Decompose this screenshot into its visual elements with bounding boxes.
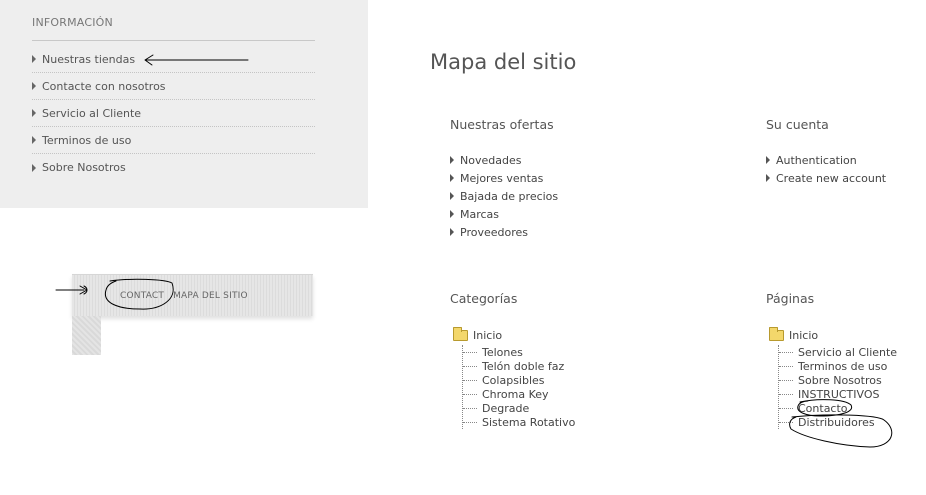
folder-icon xyxy=(453,326,468,341)
sitemap-link-mejores-ventas[interactable]: Mejores ventas xyxy=(450,169,558,187)
info-link-sobre-nosotros[interactable]: Sobre Nosotros xyxy=(32,154,315,181)
caret-right-icon xyxy=(32,109,36,117)
sitemap-link-label: Proveedores xyxy=(460,225,528,239)
tree-item-degrade[interactable]: Degrade xyxy=(463,401,575,415)
caret-right-icon xyxy=(32,136,36,144)
sitemap-link-authentication[interactable]: Authentication xyxy=(766,151,886,169)
caret-right-icon xyxy=(32,163,36,172)
tree-root-label: Inicio xyxy=(789,328,819,342)
tree-item-servicio-al-cliente[interactable]: Servicio al Cliente xyxy=(779,345,897,359)
sitemap-link-novedades[interactable]: Novedades xyxy=(450,151,558,169)
sitemap-link-label: Novedades xyxy=(460,153,522,167)
sitemap-link-label: Marcas xyxy=(460,207,500,221)
section-nuestras-ofertas: Nuestras ofertas Novedades Mejores venta… xyxy=(450,117,558,241)
footer-link-contact[interactable]: CONTACT xyxy=(120,291,164,301)
info-link-label: Terminos de uso xyxy=(42,133,132,147)
info-link-label: Nuestras tiendas xyxy=(42,52,136,66)
section-su-cuenta: Su cuenta Authentication Create new acco… xyxy=(766,117,886,187)
tree-root-inicio[interactable]: Inicio xyxy=(450,325,575,345)
info-link-terminos-de-uso[interactable]: Terminos de uso xyxy=(32,127,315,154)
caret-right-icon xyxy=(450,174,454,182)
sitemap-link-label: Mejores ventas xyxy=(460,171,544,185)
tree-item-telon-doble-faz[interactable]: Telón doble faz xyxy=(463,359,575,373)
footer-links: CONTACT MAPA DEL SITIO xyxy=(120,291,248,301)
info-link-contacte-con-nosotros[interactable]: Contacte con nosotros xyxy=(32,73,315,100)
tree-item-sobre-nosotros[interactable]: Sobre Nosotros xyxy=(779,373,897,387)
sitemap-link-label: Authentication xyxy=(776,153,857,167)
sitemap-link-create-new-account[interactable]: Create new account xyxy=(766,169,886,187)
information-list: Nuestras tiendas Contacte con nosotros S… xyxy=(32,46,315,181)
tree-item-instructivos[interactable]: INSTRUCTIVOS xyxy=(779,387,897,401)
caret-right-icon xyxy=(450,156,454,164)
caret-right-icon xyxy=(766,156,770,164)
tree-root-label: Inicio xyxy=(473,328,503,342)
section-title: Páginas xyxy=(766,291,815,306)
tree-item-telones[interactable]: Telones xyxy=(463,345,575,359)
section-title: Su cuenta xyxy=(766,117,829,132)
sitemap-link-label: Create new account xyxy=(776,171,887,185)
section-categorias: Categorías Inicio Telones Telón doble fa… xyxy=(450,291,575,429)
caret-right-icon xyxy=(766,174,770,182)
sitemap-link-proveedores[interactable]: Proveedores xyxy=(450,223,558,241)
folder-icon xyxy=(769,326,784,341)
tree-item-colapsibles[interactable]: Colapsibles xyxy=(463,373,575,387)
information-divider xyxy=(32,40,315,41)
footer-link-mapa-del-sitio[interactable]: MAPA DEL SITIO xyxy=(173,291,248,301)
caret-right-icon xyxy=(32,55,36,63)
section-paginas: Páginas Inicio Servicio al Cliente Termi… xyxy=(766,291,897,429)
info-link-nuestras-tiendas[interactable]: Nuestras tiendas xyxy=(32,46,315,73)
info-link-label: Sobre Nosotros xyxy=(42,161,126,174)
tree-root-inicio[interactable]: Inicio xyxy=(766,325,897,345)
tree-item-contacto[interactable]: Contacto xyxy=(779,401,897,415)
caret-right-icon xyxy=(450,192,454,200)
caret-right-icon xyxy=(450,210,454,218)
page-title: Mapa del sitio xyxy=(430,50,577,74)
section-title: Categorías xyxy=(450,291,518,306)
caret-right-icon xyxy=(450,228,454,236)
sitemap-link-marcas[interactable]: Marcas xyxy=(450,205,558,223)
offers-list: Novedades Mejores ventas Bajada de preci… xyxy=(450,151,558,241)
info-link-label: Servicio al Cliente xyxy=(42,106,142,120)
tree-item-chroma-key[interactable]: Chroma Key xyxy=(463,387,575,401)
caret-right-icon xyxy=(32,82,36,90)
tree-item-sistema-rotativo[interactable]: Sistema Rotativo xyxy=(463,415,575,429)
pages-tree: Servicio al Cliente Terminos de uso Sobr… xyxy=(778,345,897,429)
info-link-servicio-al-cliente[interactable]: Servicio al Cliente xyxy=(32,100,315,127)
account-list: Authentication Create new account xyxy=(766,151,886,187)
information-panel: INFORMACIÓN Nuestras tiendas Contacte co… xyxy=(0,0,368,208)
info-link-label: Contacte con nosotros xyxy=(42,79,166,93)
tree-item-terminos-de-uso[interactable]: Terminos de uso xyxy=(779,359,897,373)
section-title: Nuestras ofertas xyxy=(450,117,554,132)
footer-texture-fragment xyxy=(72,316,101,355)
tree-item-distribuidores[interactable]: Distribuidores xyxy=(779,415,897,429)
information-title: INFORMACIÓN xyxy=(32,16,113,29)
categories-tree: Telones Telón doble faz Colapsibles Chro… xyxy=(462,345,575,429)
footer-bar: CONTACT MAPA DEL SITIO xyxy=(72,274,313,316)
sitemap-link-bajada-de-precios[interactable]: Bajada de precios xyxy=(450,187,558,205)
sitemap-link-label: Bajada de precios xyxy=(460,189,559,203)
